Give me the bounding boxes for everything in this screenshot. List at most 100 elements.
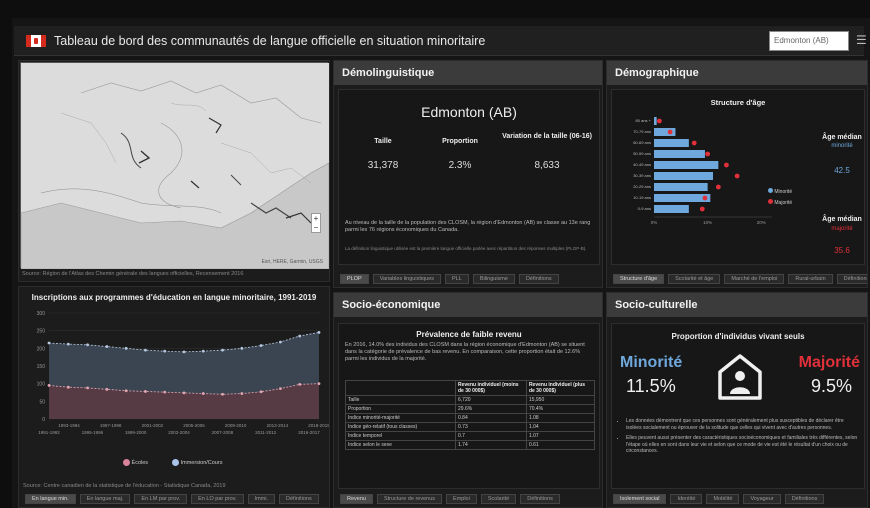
table-row: Indice temporel 0.7 1.07 [345, 431, 596, 441]
enrollment-chart-title: Inscriptions aux programmes d'éducation … [31, 293, 317, 302]
minority-median-value: 42.5 [834, 166, 850, 175]
socioeconomic-panel: Socio-économique Prévalence de faible re… [333, 292, 603, 508]
tab-1[interactable]: Structure d'âge [613, 274, 665, 284]
tab-3[interactable]: Emploi [446, 494, 477, 504]
demographic-panel: Démographique Structure d'âge 80 ans + 70… [606, 60, 868, 288]
row-label: Taille [345, 395, 456, 405]
tab-5[interactable]: Définitions [784, 494, 825, 504]
minority-bar [654, 161, 719, 169]
tab-5[interactable]: Définitions [836, 274, 867, 284]
minority-word: minorité [831, 143, 853, 149]
legend-immersion: Immersion/Cours [172, 459, 222, 466]
data-point [86, 343, 89, 347]
dashboard-title: Tableau de bord des communautés de langu… [54, 34, 486, 48]
x-tick-label: 2009-2010 [225, 423, 247, 428]
data-point [124, 346, 128, 350]
x-tick-label: 2003-2004 [168, 430, 190, 435]
tab-1[interactable]: Revenu [340, 494, 373, 504]
tab-5[interactable]: Définitions [520, 494, 560, 504]
living-alone-notes: Les données démontrent que ces personnes… [626, 418, 860, 455]
y-tick-label: 100 [37, 382, 46, 388]
low-income-card: Prévalence de faible revenu En 2016, 14.… [338, 323, 600, 489]
enrollment-source: Source: Centre canadien de la statistiqu… [23, 483, 226, 489]
majority-marker [705, 151, 711, 157]
majority-heading: Majorité [798, 354, 860, 371]
hamburger-icon[interactable]: ☰ [856, 33, 867, 47]
data-point [221, 392, 224, 396]
table-corner [345, 380, 456, 396]
majority-word: majorité [831, 226, 853, 232]
sociocultural-panel: Socio-culturelle Proportion d'individus … [606, 292, 868, 508]
tab-2[interactable]: Scolarité et âge [668, 274, 721, 284]
tab-3[interactable]: Marché de l'emploi [724, 274, 785, 284]
age-category-label: 50-59 ans [633, 151, 651, 156]
legend-ecoles: Écoles [123, 459, 148, 466]
tab-2[interactable]: Structure de revenus [376, 494, 443, 504]
zoom-control[interactable]: + − [311, 213, 321, 233]
tab-4[interactable]: En LO par prov. [191, 494, 244, 504]
tab-2[interactable]: Identité [670, 494, 703, 504]
y-tick-label: 200 [37, 346, 46, 352]
data-point [66, 342, 70, 346]
tab-3[interactable]: PLL [445, 274, 469, 284]
legend-majorite-label: Majorité [774, 200, 793, 206]
stat-taille-label: Taille [374, 138, 392, 145]
tab-4[interactable]: Scolarité [480, 494, 517, 504]
minority-bar [654, 194, 711, 202]
sociocultural-header: Socio-culturelle [607, 293, 867, 317]
data-point [86, 386, 89, 390]
data-point [240, 346, 244, 350]
table-cell: 1.07 [525, 431, 596, 441]
x-tick-label: 2016-2017 [298, 430, 320, 435]
stat-variation-label: Variation de la taille (06-16) [502, 133, 592, 140]
tab-4[interactable]: Bilinguisme [472, 274, 515, 284]
age-category-label: 20-29 ans [633, 184, 651, 189]
tab-6[interactable]: Définitions [279, 494, 319, 504]
sociocultural-tabs: Isolement social Identité Mobilité Voyageur… [607, 491, 867, 507]
row-label: Proportion [345, 404, 456, 414]
row-label: Indice minorité-majorité [345, 413, 456, 423]
tab-1[interactable]: PLOP [340, 274, 369, 284]
age-category-label: 30-39 ans [633, 173, 651, 178]
y-tick-label: 150 [37, 364, 46, 370]
region-search-input[interactable]: Edmonton (AB) [769, 31, 849, 51]
data-point [317, 331, 321, 334]
x-tick-label: 1995-1996 [82, 430, 104, 435]
minority-bar [654, 172, 713, 180]
tab-5[interactable]: Immi. [247, 494, 276, 504]
tab-5[interactable]: Définitions [518, 274, 559, 284]
table-cell: 0.84 [455, 413, 527, 423]
tab-1[interactable]: Isolement social [613, 494, 667, 504]
x-tick-label: 2018-2019 [308, 423, 330, 428]
data-point [66, 385, 70, 389]
enrollment-legend: Écoles Immersion/Cours [123, 459, 222, 466]
demolinguistic-panel: Démolinguistique Edmonton (AB) Taille 31… [333, 60, 603, 288]
tab-3[interactable]: En LM par prov. [134, 494, 188, 504]
enrollment-tabs: En langue min. En langue maj. En LM par pr… [19, 491, 329, 507]
tab-4[interactable]: Voyageur [743, 494, 781, 504]
tab-2[interactable]: Variables linguistiques [372, 274, 442, 284]
tab-2[interactable]: En langue maj. [79, 494, 131, 504]
table-cell: 1.08 [525, 413, 596, 423]
minority-bar [654, 205, 689, 213]
x-tick-label: 2001-2002 [142, 423, 164, 428]
canada-map[interactable]: + − Esri, HERE, Garmin, USGS [20, 62, 329, 269]
table-cell: 6,720 [455, 395, 527, 405]
median-minority-label: Âge médian [822, 134, 862, 141]
table-row: Proportion 29.6% 70.4% [345, 404, 596, 414]
demolinguistic-tabs: PLOP Variables linguistiques PLL Bilinguism… [334, 271, 602, 287]
legend-minorite: Minorité [768, 188, 792, 195]
majority-median-value: 35.6 [834, 246, 850, 255]
x-tick-label: 0% [651, 220, 658, 225]
y-tick-label: 250 [37, 329, 46, 335]
tab-4[interactable]: Rural-urbain [788, 274, 833, 284]
data-point [144, 348, 147, 352]
tab-3[interactable]: Mobilité [706, 494, 740, 504]
demographic-header: Démographique [607, 61, 867, 85]
enrollment-chart: 0 50 100 150 200 250 300 1993-1994 1997-1998 2001… [37, 311, 330, 435]
low-income-paragraph: En 2016, 14.0% des individus des CLOSM d… [345, 342, 585, 362]
stat-variation-value: 8,633 [534, 160, 560, 171]
tab-1[interactable]: En langue min. [25, 494, 76, 504]
x-tick-label: 1993-1994 [58, 423, 80, 428]
age-chart-title: Structure d'âge [710, 98, 766, 107]
